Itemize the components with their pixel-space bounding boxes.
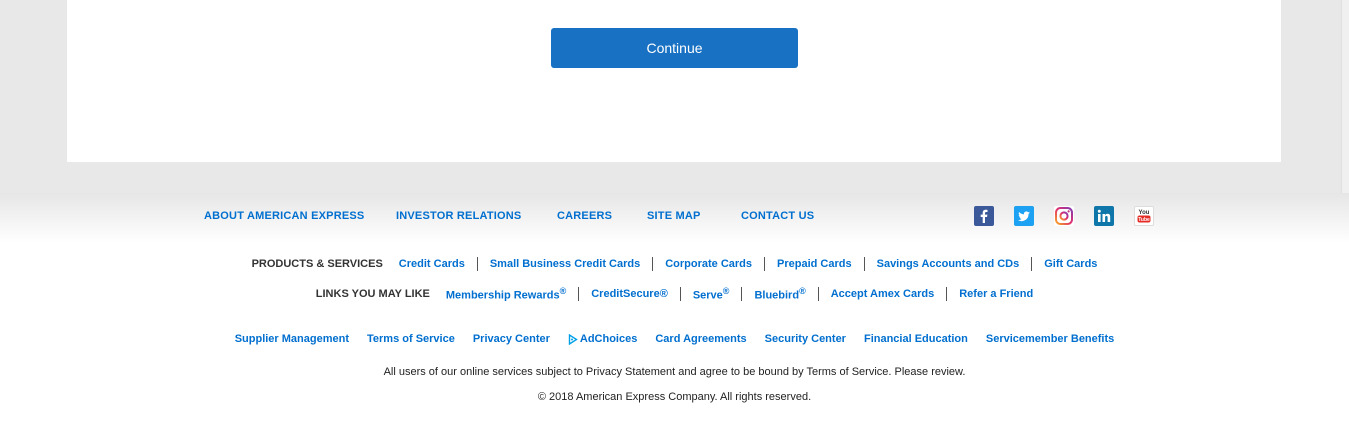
serve-link[interactable]: Serve® <box>693 286 730 302</box>
form-panel <box>67 0 1281 162</box>
divider <box>1031 257 1033 271</box>
refer-friend-link[interactable]: Refer a Friend <box>959 288 1033 300</box>
gift-cards-link[interactable]: Gift Cards <box>1044 258 1097 270</box>
links-may-like-row: LINKS YOU MAY LIKE Membership Rewards® C… <box>0 286 1349 302</box>
investor-relations-link[interactable]: INVESTOR RELATIONS <box>396 210 521 222</box>
registered-mark: ® <box>559 286 567 296</box>
servicemember-benefits-link[interactable]: Servicemember Benefits <box>986 333 1114 345</box>
products-label: PRODUCTS & SERVICES <box>251 258 383 270</box>
svg-text:You: You <box>1139 210 1150 216</box>
serve-text: Serve <box>692 289 723 302</box>
divider <box>578 286 580 301</box>
site-map-link[interactable]: SITE MAP <box>647 210 701 222</box>
divider <box>863 257 865 271</box>
linkedin-icon[interactable] <box>1094 206 1114 226</box>
bluebird-link[interactable]: Bluebird® <box>754 286 805 302</box>
credit-cards-link[interactable]: Credit Cards <box>399 258 465 270</box>
terms-of-service-link[interactable]: Terms of Service <box>367 333 455 345</box>
scrollbar-track[interactable] <box>1341 0 1349 193</box>
instagram-icon[interactable] <box>1054 206 1074 226</box>
prepaid-cards-link[interactable]: Prepaid Cards <box>777 258 852 270</box>
small-business-cards-link[interactable]: Small Business Credit Cards <box>490 258 640 270</box>
contact-us-link[interactable]: CONTACT US <box>741 210 814 222</box>
products-row: PRODUCTS & SERVICES Credit Cards Small B… <box>0 257 1349 271</box>
divider <box>764 257 766 271</box>
about-link[interactable]: ABOUT AMERICAN EXPRESS <box>204 210 364 222</box>
financial-education-link[interactable]: Financial Education <box>864 333 968 345</box>
creditsecure-link[interactable]: CreditSecure® <box>591 288 668 300</box>
registered-mark: ® <box>799 286 806 296</box>
legal-notice: All users of our online services subject… <box>383 366 966 378</box>
divider <box>652 257 654 271</box>
bottom-links-row: Supplier Management Terms of Service Pri… <box>0 333 1349 345</box>
careers-link[interactable]: CAREERS <box>557 210 612 222</box>
divider <box>817 286 819 301</box>
accept-amex-link[interactable]: Accept Amex Cards <box>831 288 935 300</box>
adchoices-text: AdChoices <box>579 333 638 345</box>
registered-mark: ® <box>722 286 730 296</box>
adchoices-icon <box>568 333 578 345</box>
savings-accounts-link[interactable]: Savings Accounts and CDs <box>877 258 1020 270</box>
divider <box>476 257 478 271</box>
bluebird-text: Bluebird <box>754 289 800 302</box>
adchoices-link[interactable]: AdChoices <box>568 333 637 345</box>
youtube-icon[interactable]: You Tube <box>1134 206 1154 226</box>
divider <box>679 286 681 301</box>
continue-button[interactable]: Continue <box>551 28 798 68</box>
card-agreements-link[interactable]: Card Agreements <box>655 333 746 345</box>
membership-rewards-link[interactable]: Membership Rewards® <box>446 286 566 302</box>
membership-rewards-text: Membership Rewards <box>445 289 560 302</box>
supplier-management-link[interactable]: Supplier Management <box>235 333 349 345</box>
divider <box>741 286 743 301</box>
corporate-cards-link[interactable]: Corporate Cards <box>665 258 752 270</box>
links-may-like-label: LINKS YOU MAY LIKE <box>315 287 430 300</box>
divider <box>946 286 948 301</box>
privacy-center-link[interactable]: Privacy Center <box>473 333 550 345</box>
svg-text:Tube: Tube <box>1138 217 1150 223</box>
security-center-link[interactable]: Security Center <box>765 333 846 345</box>
copyright: © 2018 American Express Company. All rig… <box>537 391 812 403</box>
facebook-icon[interactable] <box>974 206 994 226</box>
twitter-icon[interactable] <box>1014 206 1034 226</box>
